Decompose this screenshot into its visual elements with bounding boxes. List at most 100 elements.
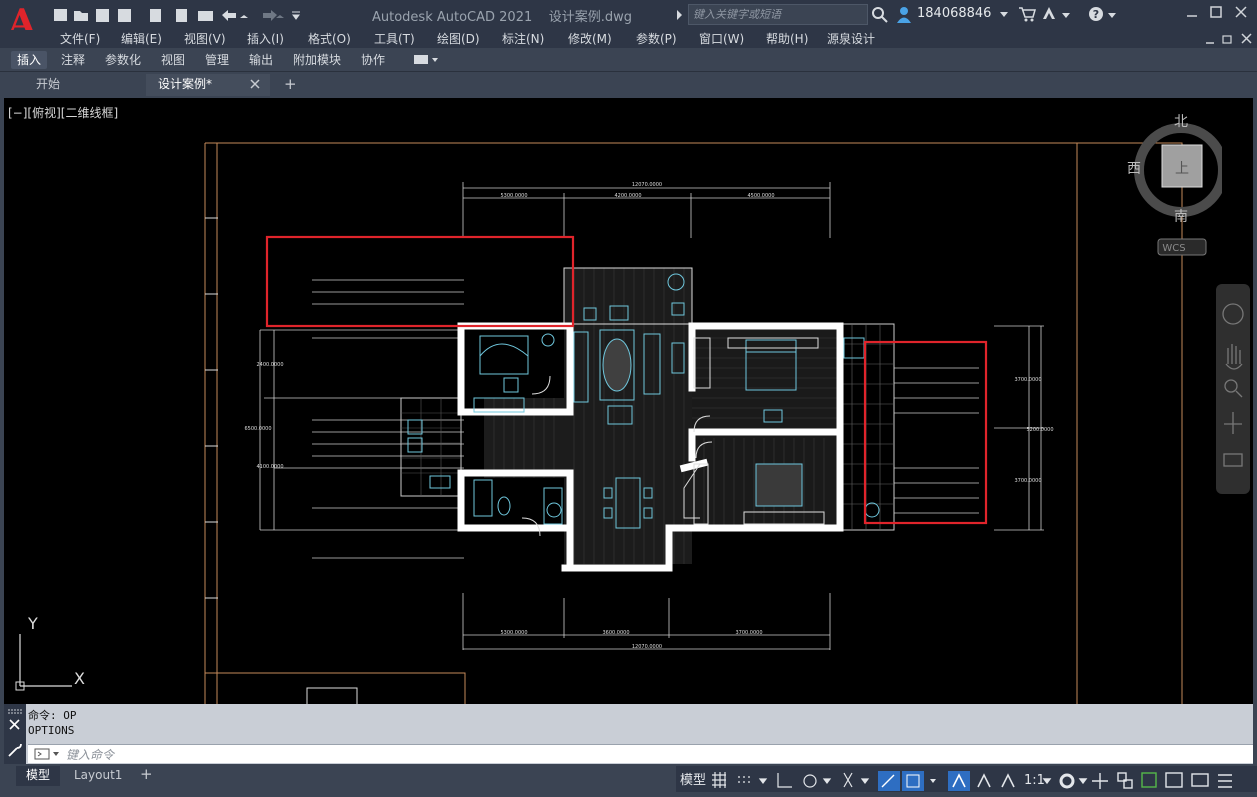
maximize-icon[interactable] — [1210, 6, 1222, 18]
layout-tab-model[interactable]: 模型 — [16, 766, 61, 786]
search-icon[interactable] — [872, 7, 888, 23]
ribbon-tab-annotate[interactable]: 注释 — [55, 51, 91, 69]
customize-dropdown-icon[interactable] — [292, 11, 300, 20]
viewcube[interactable]: 上 北 南 西 东 WCS — [1122, 110, 1222, 260]
menu-yuanquan[interactable]: 源泉设计 — [827, 30, 875, 48]
command-prompt-icon[interactable] — [34, 748, 62, 760]
close-tab-icon[interactable] — [250, 79, 260, 89]
account-dropdown-icon[interactable] — [1000, 12, 1008, 18]
menu-parametric[interactable]: 参数(P) — [636, 30, 677, 48]
save-as-icon[interactable] — [118, 9, 131, 22]
model-space-button[interactable]: 模型 — [680, 771, 706, 791]
ribbon-tab-insert[interactable]: 插入 — [11, 51, 48, 69]
command-input[interactable]: 键入命令 — [28, 744, 1253, 763]
zoom-icon[interactable] — [1224, 379, 1238, 393]
drag-handle-icon[interactable] — [8, 709, 22, 714]
object-snap-dropdown-icon[interactable] — [930, 779, 936, 783]
ribbon-tab-parametric[interactable]: 参数化 — [99, 51, 147, 69]
new-layout-button[interactable]: + — [140, 765, 153, 783]
doc-close-icon[interactable] — [1241, 33, 1252, 44]
undo-icon[interactable] — [222, 10, 236, 21]
object-snap-toggle[interactable] — [902, 771, 924, 791]
close-command-icon[interactable] — [9, 719, 20, 730]
help-icon[interactable]: ? — [1088, 6, 1118, 24]
doc-restore-icon[interactable] — [1222, 35, 1232, 44]
steering-wheel-icon[interactable] — [1222, 303, 1244, 325]
polar-icon[interactable] — [803, 774, 817, 788]
menu-draw[interactable]: 绘图(D) — [437, 30, 480, 48]
highlight-box-left[interactable] — [265, 235, 575, 328]
ribbon-tab-addins[interactable]: 附加模块 — [287, 51, 347, 69]
file-tab-start[interactable]: 开始 — [24, 74, 144, 96]
save-icon[interactable] — [96, 9, 109, 22]
pan-icon[interactable] — [1225, 344, 1243, 370]
ribbon-tab-output[interactable]: 输出 — [243, 51, 279, 69]
workspace-dropdown-icon[interactable] — [1078, 778, 1088, 785]
menu-modify[interactable]: 修改(M) — [568, 30, 612, 48]
isodraft-icon[interactable] — [843, 772, 853, 788]
open-icon[interactable] — [74, 11, 88, 21]
expand-search-icon[interactable] — [676, 9, 684, 21]
dim-right-3: 3700.0000 — [1014, 478, 1041, 484]
menu-format[interactable]: 格式(O) — [308, 30, 351, 48]
quick-properties-icon[interactable] — [1141, 772, 1157, 788]
ortho-icon[interactable] — [777, 773, 792, 788]
cart-icon[interactable] — [1018, 6, 1036, 22]
workspace-tools — [1042, 772, 1232, 789]
snap-dropdown-icon[interactable] — [758, 778, 768, 784]
polar-dropdown-icon[interactable] — [822, 778, 832, 784]
drawing-viewport[interactable]: [−][俯视][二维线框] 12070.0000 5300.0000 4200.… — [4, 98, 1253, 704]
orbit-icon[interactable] — [1224, 412, 1242, 434]
menu-dimension[interactable]: 标注(N) — [502, 30, 544, 48]
object-snap-tracking-toggle[interactable] — [878, 771, 900, 791]
new-tab-button[interactable]: + — [284, 75, 297, 93]
auto-scale-icon[interactable] — [977, 773, 991, 788]
redo-dropdown-icon[interactable] — [276, 15, 284, 18]
highlight-box-right[interactable] — [863, 340, 988, 525]
user-icon[interactable] — [896, 6, 912, 24]
ucs-y-label: Y — [27, 614, 38, 633]
showmotion-icon[interactable] — [1223, 453, 1243, 467]
annotation-monitor-icon[interactable] — [1092, 773, 1108, 789]
menu-edit[interactable]: 编辑(E) — [121, 30, 162, 48]
ribbon-options-icon[interactable] — [414, 55, 440, 65]
annotation-scale-icon[interactable] — [1001, 773, 1015, 788]
user-name[interactable]: 184068846 — [917, 6, 991, 21]
isolate-objects-icon[interactable] — [1165, 772, 1183, 788]
floor-plan[interactable] — [400, 267, 895, 572]
new-icon[interactable] — [54, 9, 67, 21]
redo-icon[interactable] — [263, 10, 277, 21]
compass-south[interactable]: 南 — [1174, 209, 1188, 225]
search-input[interactable]: 键入关键字或短语 — [688, 4, 868, 25]
customize-wrench-icon[interactable] — [8, 743, 22, 757]
scale-dropdown-icon[interactable] — [1042, 778, 1052, 785]
ribbon-tab-collaborate[interactable]: 协作 — [355, 51, 391, 69]
print-icon[interactable] — [198, 11, 213, 21]
isodraft-dropdown-icon[interactable] — [860, 778, 870, 784]
customization-menu-icon[interactable] — [1218, 774, 1232, 788]
menu-insert[interactable]: 插入(I) — [247, 30, 284, 48]
command-history: 命令: OP OPTIONS — [28, 708, 1249, 744]
workspace-gear-icon[interactable] — [1059, 773, 1075, 789]
close-icon[interactable] — [1235, 6, 1247, 18]
undo-dropdown-icon[interactable] — [240, 15, 248, 18]
menu-file[interactable]: 文件(F) — [60, 30, 100, 48]
compass-west[interactable]: 西 — [1127, 161, 1141, 177]
dim-bottom-3: 3700.0000 — [735, 630, 762, 636]
menu-window[interactable]: 窗口(W) — [699, 30, 744, 48]
autodesk-app-icon[interactable] — [1040, 6, 1070, 22]
share-icon[interactable] — [176, 9, 187, 22]
menu-help[interactable]: 帮助(H) — [766, 30, 808, 48]
dim-bottom-total: 12070.0000 — [632, 644, 662, 650]
ribbon-tab-manage[interactable]: 管理 — [199, 51, 235, 69]
fullscreen-icon[interactable] — [1191, 773, 1209, 787]
ribbon-tab-view[interactable]: 视图 — [155, 51, 191, 69]
publish-icon[interactable] — [150, 9, 161, 22]
snap-icon[interactable] — [738, 776, 750, 783]
compass-north[interactable]: 北 — [1174, 114, 1188, 130]
compass-east[interactable]: 东 — [1221, 161, 1222, 177]
grid-icon[interactable] — [712, 772, 726, 788]
menu-tools[interactable]: 工具(T) — [374, 30, 415, 48]
layout-tab-layout1[interactable]: Layout1 — [64, 766, 132, 786]
menu-view[interactable]: 视图(V) — [184, 30, 226, 48]
